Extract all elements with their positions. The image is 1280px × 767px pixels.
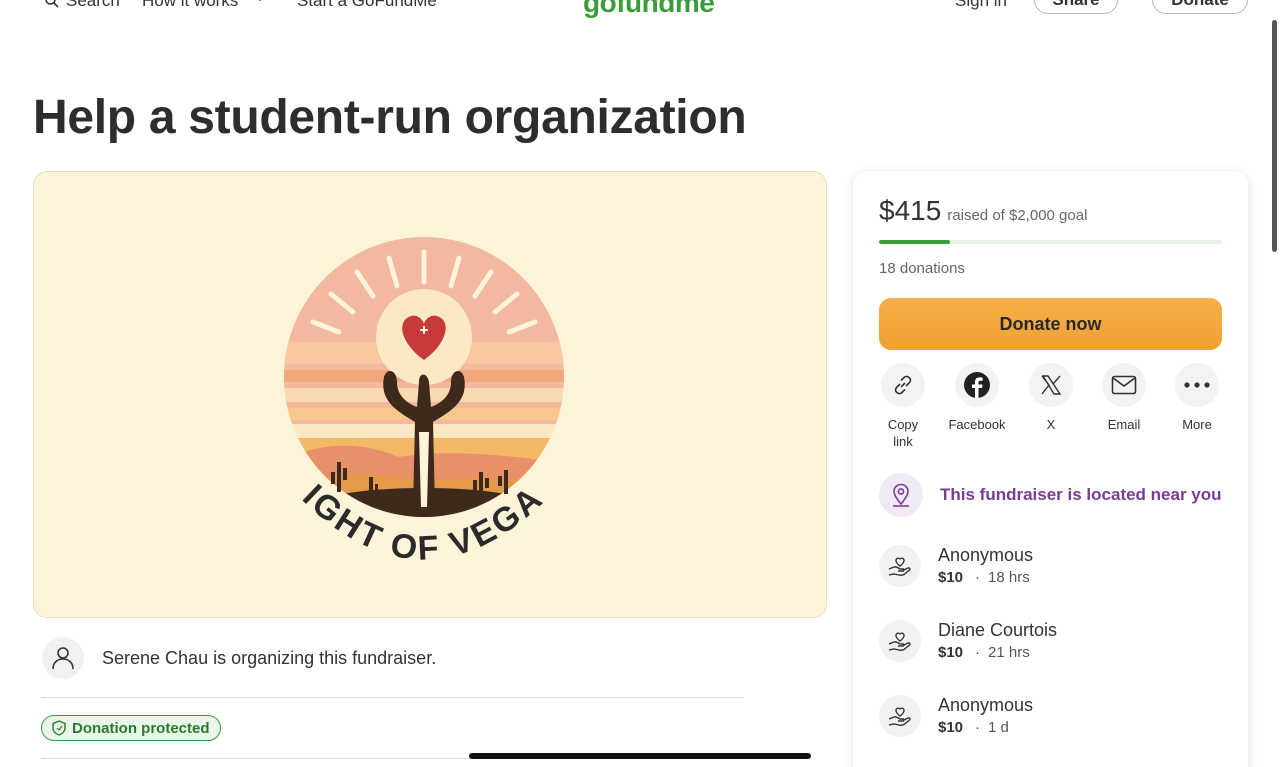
donate-button[interactable]: Donate — [1152, 0, 1248, 14]
organizer-text: Serene Chau is organizing this fundraise… — [102, 647, 437, 668]
top-nav: Search How it works Start a GoFundMe gof… — [0, 0, 1280, 22]
donor-name: Anonymous — [938, 695, 1034, 715]
donor-amount: $10 — [938, 569, 964, 586]
donation-count[interactable]: 18 donations — [879, 260, 965, 277]
donation-card: $415 raised of $2,000 goal 18 donations … — [853, 171, 1248, 767]
share-circle — [955, 363, 999, 407]
heart-hand-icon — [888, 706, 911, 726]
email-icon — [1111, 375, 1137, 395]
donor-name: Diane Courtois — [938, 620, 1058, 640]
donor-time: 18 hrs — [988, 569, 1030, 586]
donor-amount: $10 — [938, 644, 964, 661]
page-title: Help a student-run organization — [33, 91, 747, 144]
share-label: Copy link — [887, 417, 919, 449]
share-label: X — [1046, 417, 1056, 432]
light-of-vegas-logo: LIGHT OF VEGAS — [279, 232, 564, 568]
donor-name: Anonymous — [938, 545, 1034, 565]
share-circle — [1102, 363, 1146, 407]
nav-how-it-works[interactable]: How it works — [142, 0, 238, 11]
scrollbar[interactable] — [1272, 20, 1277, 252]
donation-item: Anonymous $10 · 1 d — [879, 693, 1033, 738]
home-indicator — [469, 753, 811, 759]
near-icon-circle — [879, 473, 923, 517]
donation-protected-badge[interactable]: Donation protected — [41, 715, 221, 741]
raised-summary: $415 raised of $2,000 goal — [879, 195, 1087, 227]
donor-meta: $10 · 21 hrs — [938, 643, 1057, 663]
divider — [41, 697, 744, 698]
donate-now-button[interactable]: Donate now — [879, 298, 1222, 350]
share-button[interactable]: Share — [1034, 0, 1118, 14]
x-icon — [1041, 375, 1062, 395]
more-icon — [1184, 382, 1210, 388]
share-circle — [1029, 363, 1073, 407]
donation-item: Anonymous $10 · 18 hrs — [879, 543, 1033, 588]
raised-goal: raised of $2,000 goal — [947, 207, 1088, 224]
near-you-text: This fundraiser is located near you — [940, 485, 1222, 504]
raised-amount: $415 — [879, 195, 942, 226]
avatar — [42, 637, 84, 679]
share-label: Email — [1107, 417, 1141, 432]
organizer-row[interactable]: Serene Chau is organizing this fundraise… — [42, 637, 436, 679]
progress-fill — [879, 240, 951, 244]
location-near-you[interactable]: This fundraiser is located near you — [879, 473, 1222, 517]
separator-dot: · — [975, 569, 981, 586]
donor-time: 1 d — [988, 719, 1009, 736]
share-circle — [881, 363, 925, 407]
map-pin-icon — [893, 483, 909, 507]
share-more[interactable]: More — [1161, 363, 1233, 433]
chevron-down-icon[interactable] — [254, 0, 266, 2]
separator-dot: · — [975, 719, 981, 736]
donor-avatar — [879, 619, 921, 662]
heart-hand-icon — [888, 631, 911, 651]
search-icon — [45, 0, 59, 8]
nav-search-label: Search — [66, 0, 120, 10]
donor-meta: $10 · 18 hrs — [938, 568, 1033, 588]
donor-avatar — [879, 544, 921, 587]
user-icon — [52, 647, 74, 670]
donation-item: Diane Courtois $10 · 21 hrs — [879, 618, 1057, 663]
separator-dot: · — [975, 644, 981, 661]
share-x[interactable]: X — [1015, 363, 1087, 433]
facebook-icon — [964, 372, 990, 398]
heart-hand-icon — [888, 556, 911, 576]
shield-icon — [52, 720, 66, 736]
share-label: Facebook — [948, 417, 1006, 432]
share-options: Copy link Facebook X Email More — [873, 363, 1233, 453]
share-label: More — [1182, 417, 1212, 432]
nav-start-fundraiser[interactable]: Start a GoFundMe — [297, 0, 437, 11]
donor-avatar — [879, 694, 921, 737]
nav-sign-in[interactable]: Sign in — [955, 0, 1007, 11]
donor-meta: $10 · 1 d — [938, 718, 1033, 738]
donor-time: 21 hrs — [988, 644, 1030, 661]
share-facebook[interactable]: Facebook — [941, 363, 1013, 433]
donor-amount: $10 — [938, 719, 964, 736]
hero-image[interactable]: LIGHT OF VEGAS — [33, 171, 827, 618]
link-icon — [894, 375, 912, 395]
brand-logo[interactable]: gofundme — [583, 0, 715, 19]
progress-bar — [879, 240, 1222, 244]
nav-search[interactable]: Search — [44, 0, 120, 11]
donation-protected-label: Donation protected — [72, 719, 210, 737]
share-circle — [1175, 363, 1219, 407]
share-copy-link[interactable]: Copy link — [867, 363, 939, 450]
share-email[interactable]: Email — [1088, 363, 1160, 433]
